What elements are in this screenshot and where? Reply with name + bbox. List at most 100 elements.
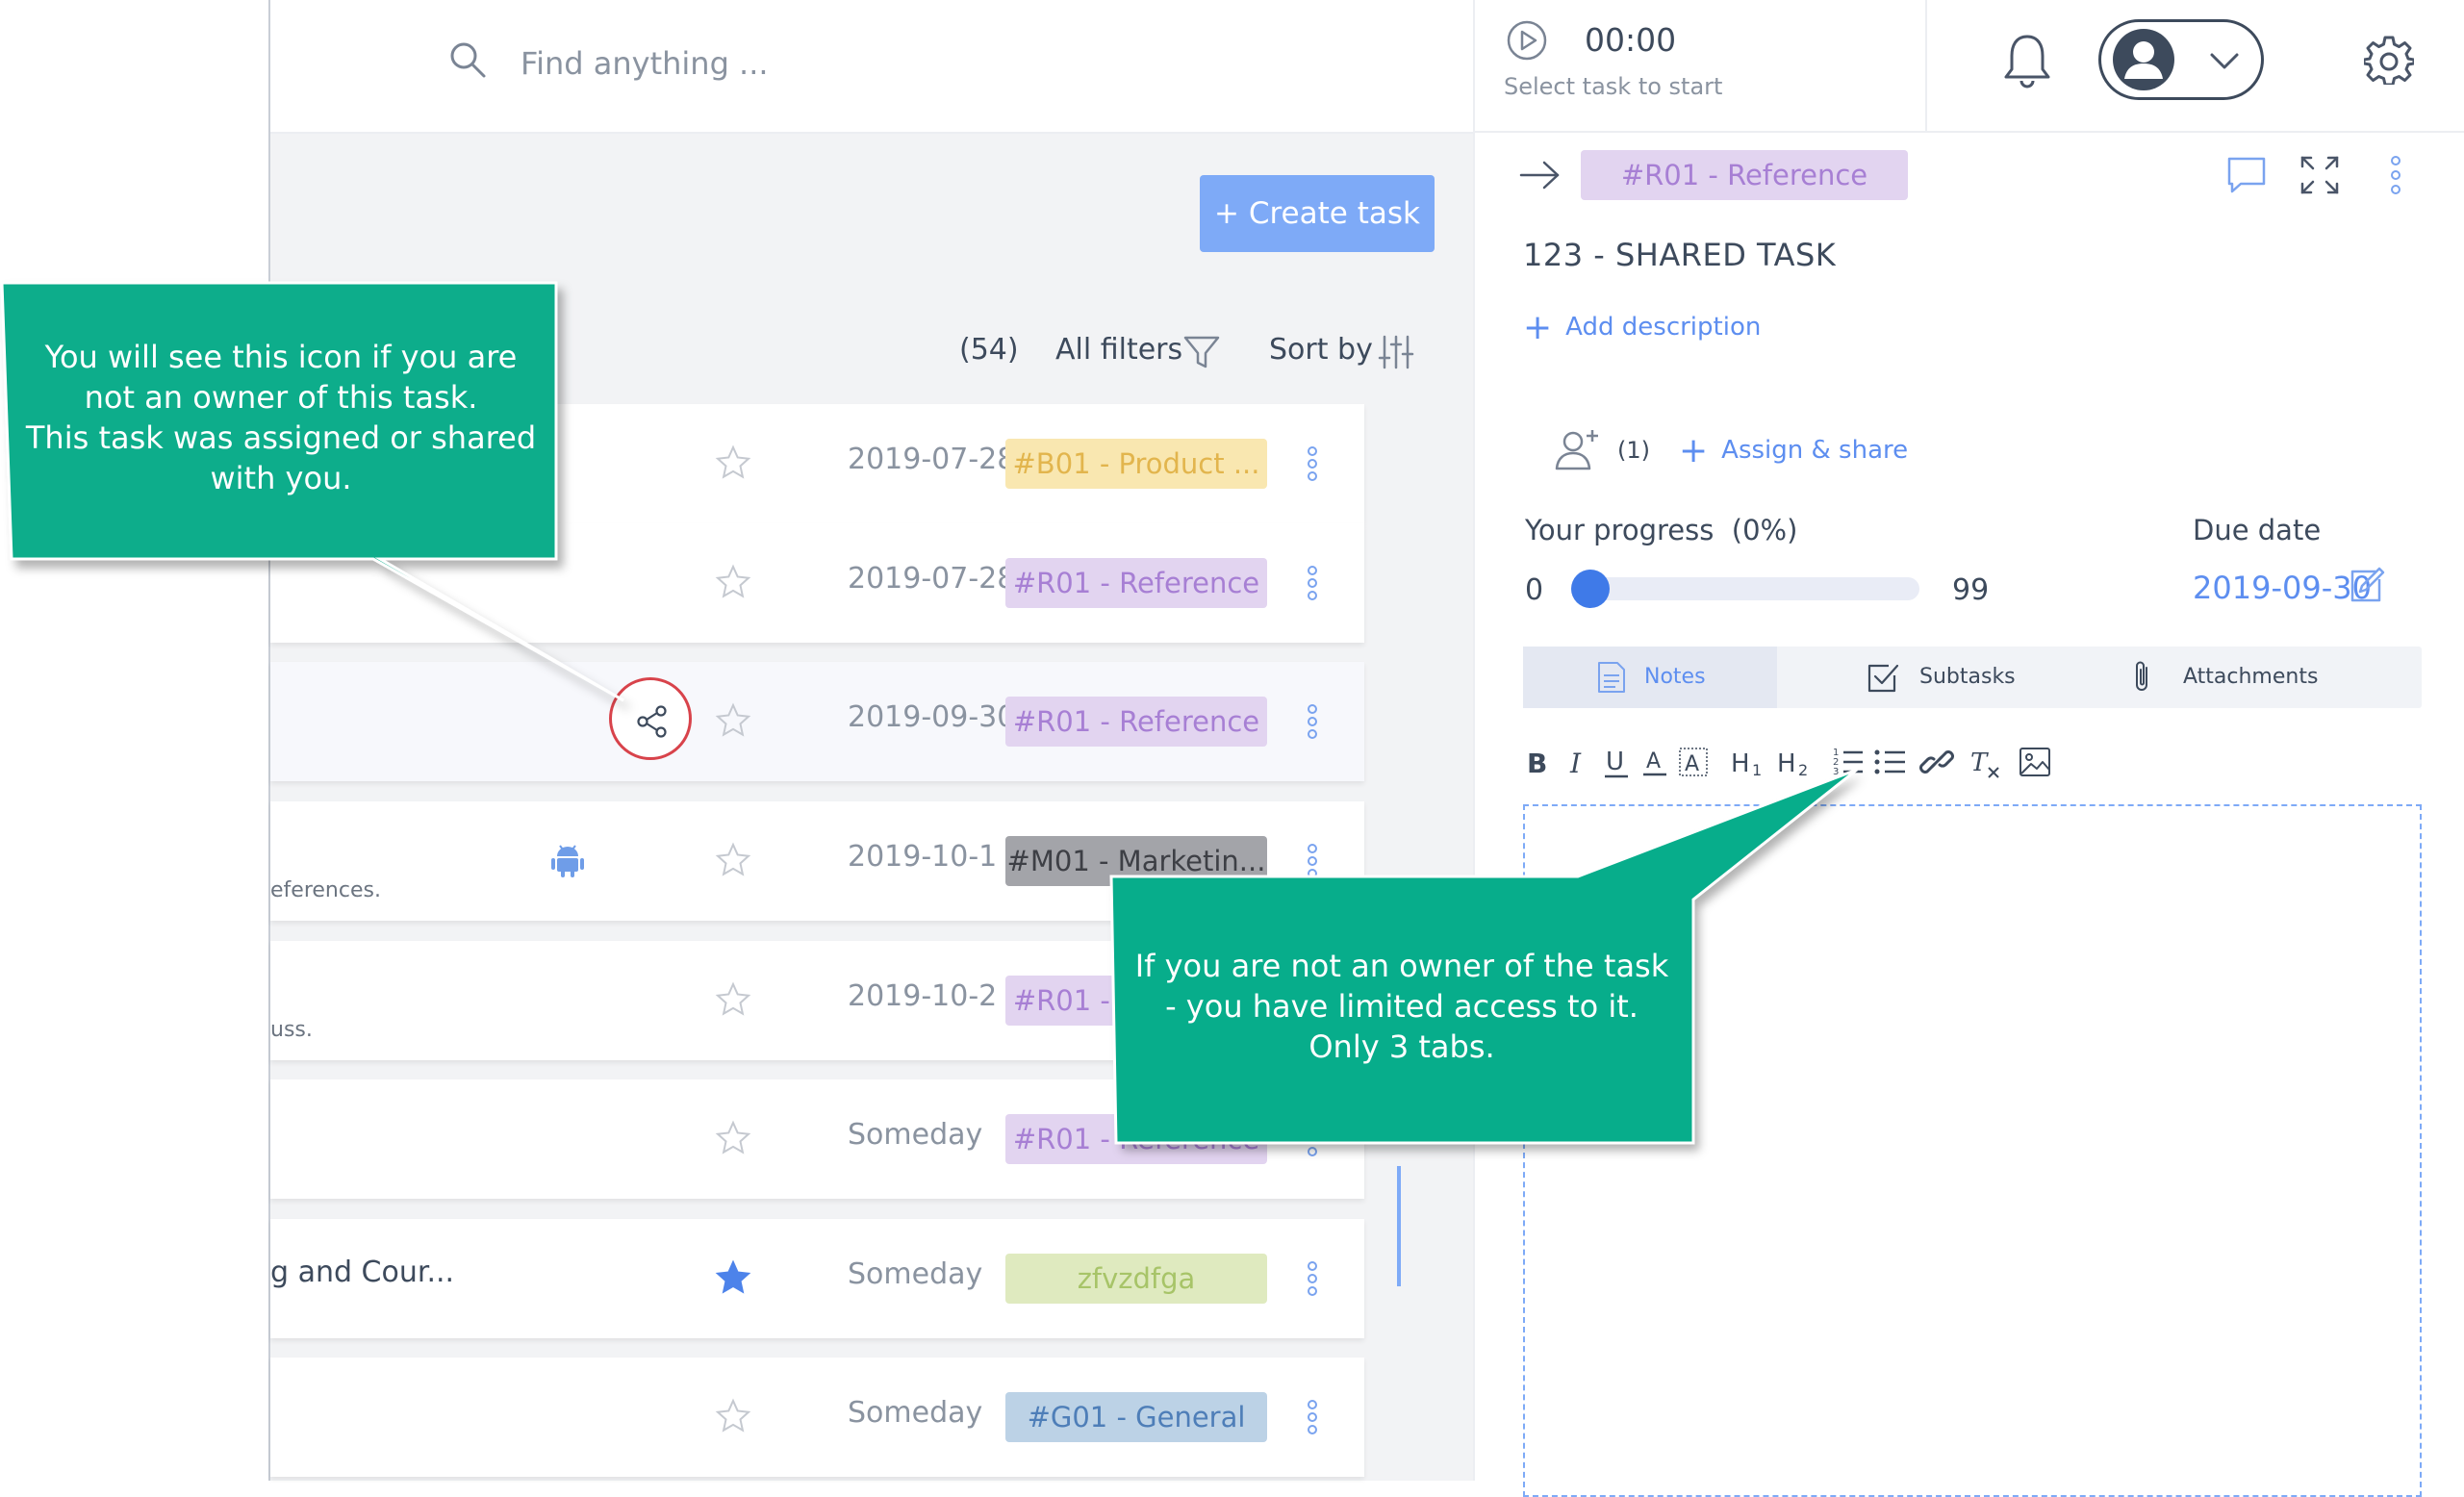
heading-1-icon[interactable]: H1 <box>1729 745 1771 779</box>
task-tag[interactable]: zfvzdfga <box>1005 1254 1267 1304</box>
timer-time: 00:00 <box>1585 21 1677 59</box>
tab-notes-label: Notes <box>1644 665 1706 689</box>
tab-attachments-label: Attachments <box>2183 665 2319 689</box>
play-icon[interactable] <box>1506 19 1548 62</box>
add-description-button[interactable]: + Add description <box>1523 308 1761 347</box>
star-outline-icon[interactable] <box>715 1120 751 1156</box>
task-tag[interactable]: #B01 - Product ... <box>1005 439 1267 489</box>
task-tag[interactable]: #R01 - Reference <box>1005 1114 1267 1164</box>
bullet-list-icon[interactable] <box>1873 745 1908 779</box>
task-due-date: Someday <box>848 1257 983 1291</box>
task-row[interactable]: 2019-07-28 #R01 - Reference <box>270 523 1364 643</box>
comment-icon[interactable] <box>2225 154 2268 196</box>
tab-notes[interactable]: Notes <box>1523 647 1777 708</box>
edit-icon[interactable] <box>2347 566 2385 604</box>
arrow-right-icon[interactable] <box>1517 158 1563 192</box>
italic-icon[interactable]: I <box>1562 745 1596 779</box>
task-row[interactable]: eferences. 2019-10-1 #M01 - Marketin... <box>270 801 1364 921</box>
svg-text:I: I <box>1569 748 1582 779</box>
task-tag[interactable]: #R01 - Reference <box>1581 150 1908 200</box>
more-vertical-icon[interactable] <box>1306 1398 1319 1436</box>
chevron-down-icon <box>2210 53 2239 69</box>
due-date-value[interactable]: 2019-09-30 <box>2193 570 2372 606</box>
assignee-count: (1) <box>1617 437 1650 464</box>
more-vertical-icon[interactable] <box>2389 154 2402 196</box>
user-menu[interactable] <box>2098 19 2264 100</box>
task-due-date: 2019-10-1 <box>848 840 998 874</box>
add-description-label: Add description <box>1565 313 1762 342</box>
more-vertical-icon[interactable] <box>1306 1120 1319 1158</box>
more-vertical-icon[interactable] <box>1306 1259 1319 1298</box>
svg-text:A: A <box>1685 752 1699 776</box>
text-color-icon[interactable]: A <box>1638 745 1673 779</box>
due-date-label: Due date <box>2193 514 2322 546</box>
task-row[interactable]: Someday #R01 - Reference <box>270 1079 1364 1199</box>
gear-icon[interactable] <box>2364 35 2414 85</box>
filter-icon[interactable] <box>1182 333 1221 371</box>
ordered-list-icon[interactable]: 123 <box>1831 745 1866 779</box>
task-list: 2019-07-28 #B01 - Product ... 2019-07-28… <box>270 404 1473 1481</box>
task-due-date: 2019-07-28 <box>848 562 1016 596</box>
notes-editor[interactable] <box>1523 804 2422 1497</box>
more-vertical-icon[interactable] <box>1306 842 1319 880</box>
clear-format-icon[interactable]: T <box>1968 745 2002 779</box>
checkbox-icon <box>1867 664 1899 693</box>
editor-toolbar: B I U A A H1 H2 123 T <box>1523 745 2254 783</box>
add-user-icon <box>1555 430 1598 470</box>
tab-attachments[interactable]: Attachments <box>2095 647 2422 708</box>
expand-icon[interactable] <box>2299 154 2341 196</box>
top-bar <box>270 0 1473 134</box>
star-outline-icon[interactable] <box>715 702 751 739</box>
progress-slider[interactable] <box>1571 570 1919 608</box>
sort-sliders-icon[interactable] <box>1377 333 1415 371</box>
image-icon[interactable] <box>2018 745 2052 779</box>
android-icon <box>551 845 584 877</box>
task-title[interactable]: 123 - SHARED TASK <box>1523 237 1836 273</box>
progress-handle[interactable] <box>1571 570 1610 608</box>
bell-icon[interactable] <box>2000 31 2054 90</box>
more-vertical-icon[interactable] <box>1306 564 1319 602</box>
app-window: + Create task (54) All filters Sort by 2… <box>268 0 2464 1497</box>
svg-text:U: U <box>1606 748 1624 776</box>
paperclip-icon <box>2136 661 2147 691</box>
assign-share-button[interactable]: + Assign & share <box>1679 431 1908 470</box>
star-outline-icon[interactable] <box>715 1398 751 1434</box>
svg-text:B: B <box>1527 748 1547 779</box>
plus-icon: + <box>1679 431 1709 470</box>
task-tag[interactable]: #R01 - Reference <box>1005 697 1267 747</box>
star-outline-icon[interactable] <box>715 842 751 878</box>
highlight-color-icon[interactable]: A <box>1677 745 1712 779</box>
sort-by-button[interactable]: Sort by <box>1269 333 1373 367</box>
create-task-button[interactable]: + Create task <box>1200 175 1435 252</box>
task-due-date: 2019-10-2 <box>848 979 998 1013</box>
star-outline-icon[interactable] <box>715 564 751 600</box>
task-row[interactable]: Someday #G01 - General <box>270 1357 1364 1477</box>
more-vertical-icon[interactable] <box>1306 444 1319 483</box>
search-input[interactable] <box>519 38 1100 89</box>
heading-2-icon[interactable]: H2 <box>1775 745 1817 779</box>
task-tag[interactable]: #G01 - General <box>1005 1392 1267 1442</box>
star-filled-icon[interactable] <box>715 1259 751 1296</box>
task-due-date: Someday <box>848 1396 983 1430</box>
divider <box>1475 131 2464 133</box>
avatar <box>2113 29 2174 90</box>
task-detail-panel: 00:00 Select task to start #R01 - Refere… <box>1473 0 2464 1497</box>
star-outline-icon[interactable] <box>715 981 751 1018</box>
link-icon[interactable] <box>1919 745 1954 779</box>
task-tag[interactable]: #R01 - Reference <box>1005 558 1267 608</box>
task-row[interactable]: g and Cour... Someday zfvzdfga <box>270 1219 1364 1338</box>
callout-text-top-left: You will see this icon if you are not an… <box>25 339 537 496</box>
tab-subtasks[interactable]: Subtasks <box>1777 647 2095 708</box>
svg-text:2: 2 <box>1798 761 1808 779</box>
progress-label: Your progress (0%) <box>1525 514 1798 546</box>
star-outline-icon[interactable] <box>715 444 751 481</box>
bold-icon[interactable]: B <box>1523 745 1558 779</box>
tab-subtasks-label: Subtasks <box>1919 665 2016 689</box>
progress-min: 0 <box>1525 573 1544 607</box>
more-vertical-icon[interactable] <box>1306 702 1319 741</box>
task-row-selected[interactable]: 2019-09-30 #R01 - Reference <box>270 662 1364 781</box>
all-filters-button[interactable]: All filters <box>1055 333 1182 367</box>
task-tag[interactable]: #M01 - Marketin... <box>1005 836 1267 886</box>
list-scrollbar[interactable] <box>1397 1166 1401 1286</box>
underline-icon[interactable]: U <box>1600 745 1635 779</box>
